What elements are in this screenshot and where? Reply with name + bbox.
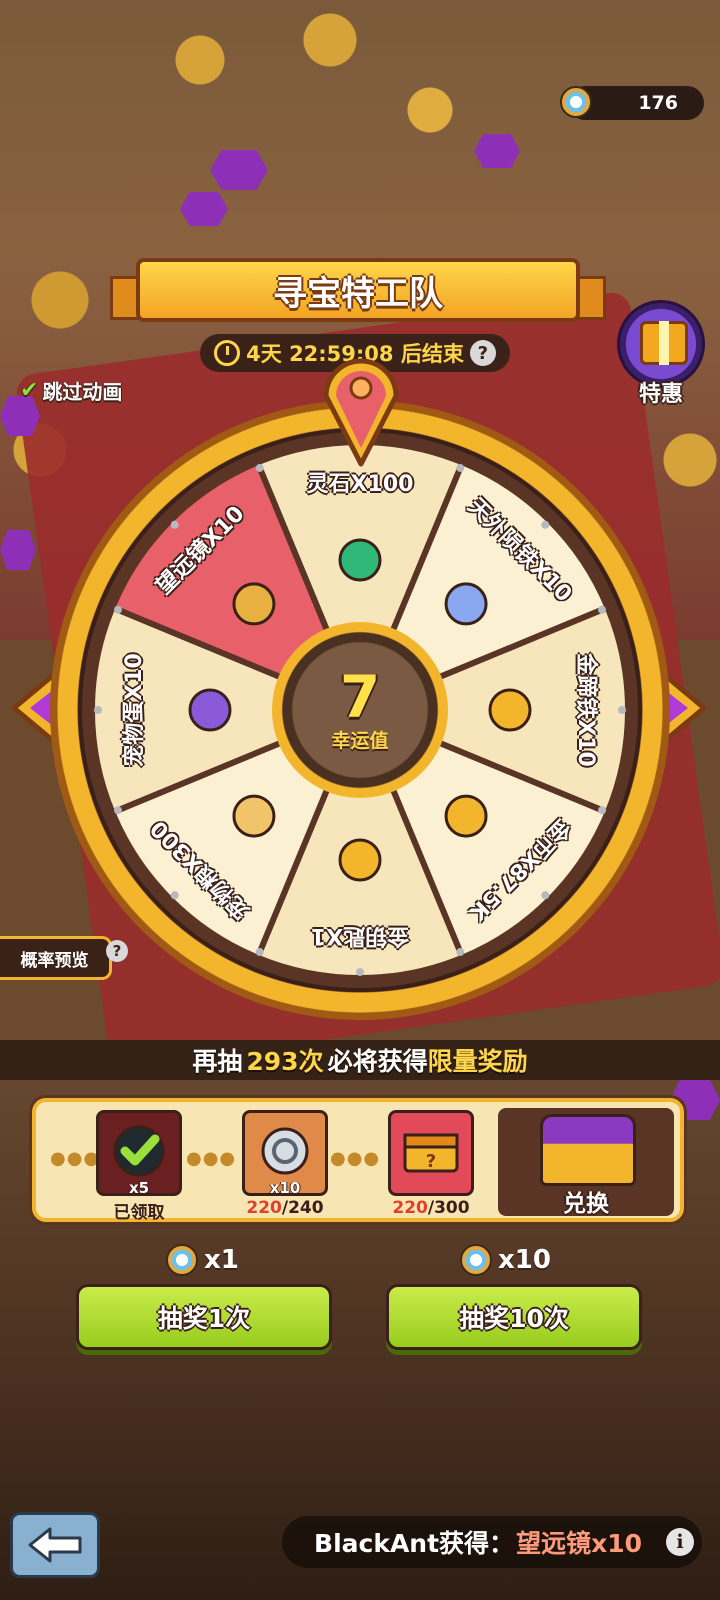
track-dots: ●●● — [330, 1148, 381, 1169]
clock-icon — [214, 340, 241, 366]
single-draw-cost: x1 — [166, 1244, 239, 1276]
gold-coin-icon — [444, 794, 488, 838]
win-ticker: BlackAnt获得： 望远镜x10 i — [282, 1516, 702, 1568]
rim-stud — [94, 706, 102, 714]
rim-stud — [255, 948, 264, 957]
rim-stud — [541, 520, 550, 529]
probability-help-icon[interactable]: ? — [106, 940, 128, 962]
wheel-segment-label: 宠物蛋X10 — [122, 653, 147, 767]
info-icon[interactable]: i — [666, 1528, 694, 1556]
milestone-3-total: /300 — [427, 1198, 470, 1218]
rim-stud — [113, 806, 122, 815]
milestone-1-box: x5 — [96, 1110, 182, 1197]
special-offer-button[interactable]: 特惠 — [614, 300, 708, 410]
wheel-segment-label: 金钥匙X1 — [310, 923, 410, 948]
milestone-3-box: ? — [388, 1110, 474, 1196]
milestone-2-progress: 220/240 — [240, 1198, 330, 1218]
milestone-2-count: x10 — [269, 1179, 301, 1197]
guarantee-count: 293次 — [246, 1047, 324, 1076]
milestone-1-status: 已领取 — [113, 1203, 165, 1223]
mystery-chest-icon: ? — [403, 1133, 459, 1173]
special-offer-badge — [617, 300, 705, 388]
rim-stud — [541, 891, 550, 900]
wheel-segment-label: 金蹄铁X10 — [573, 653, 598, 767]
back-arrow-icon — [28, 1527, 82, 1563]
milestone-track: ●●● x5 已领取 ●●● x10 220/240 ●●● ? 220/300… — [32, 1098, 684, 1223]
guarantee-prefix: 再抽 — [192, 1047, 243, 1076]
rim-stud — [598, 806, 607, 815]
milestone-3[interactable]: ? 220/300 — [386, 1110, 476, 1220]
gift-box-icon — [640, 321, 688, 365]
luck-label: 幸运值 — [331, 729, 389, 752]
spirit-stone-icon — [338, 538, 382, 582]
milestone-1-count: x5 — [128, 1179, 150, 1197]
bone-icon — [232, 794, 276, 838]
exchange-button[interactable]: 兑换 — [498, 1108, 674, 1217]
rim-stud — [356, 968, 364, 976]
wheel-pointer-icon — [323, 358, 399, 467]
horseshoe-icon — [488, 688, 532, 732]
help-icon[interactable]: ? — [469, 340, 496, 366]
rim-stud — [598, 605, 607, 614]
luck-hub: 7 幸运值 — [272, 622, 448, 798]
milestone-1[interactable]: x5 已领取 — [94, 1110, 184, 1223]
pet-egg-icon — [188, 688, 232, 732]
wheel-segment-label: 灵石X100 — [306, 472, 414, 497]
rim-stud — [170, 520, 179, 529]
exchange-label: 兑换 — [563, 1191, 609, 1217]
single-cost-label: x1 — [204, 1245, 239, 1275]
ticker-player: BlackAnt获得： — [314, 1529, 515, 1558]
gem-decoration — [180, 192, 228, 226]
rim-stud — [255, 463, 264, 472]
rim-stud — [113, 605, 122, 614]
luck-value: 7 — [339, 662, 381, 731]
guarantee-banner: 再抽 293次 必将获得 限量奖励 — [0, 1040, 720, 1080]
key-icon — [338, 838, 382, 882]
event-title: 寻宝特工队 — [136, 258, 580, 322]
meteorite-icon — [444, 582, 488, 626]
gem-decoration — [474, 134, 520, 168]
checkmark-icon: ✔ — [20, 378, 39, 403]
svg-text:?: ? — [426, 1151, 436, 1172]
currency-value: 176 — [638, 92, 678, 114]
compass-icon — [460, 1244, 492, 1276]
milestone-3-current: 220 — [392, 1198, 428, 1218]
rim-stud — [456, 463, 465, 472]
rim-stud — [618, 706, 626, 714]
treasure-chest-icon — [540, 1114, 636, 1186]
prize-wheel[interactable]: 灵石X100 天外陨铁X10 金蹄铁X10 金币X87.5K 金钥匙X1 宠物粮X300 宠… — [50, 358, 670, 1020]
track-dots: ●●● — [50, 1148, 101, 1169]
track-dots: ●●● — [186, 1148, 237, 1169]
telescope-icon — [232, 582, 276, 626]
milestone-2-total: /240 — [281, 1198, 324, 1218]
milestone-2-box: x10 — [242, 1110, 328, 1197]
ticker-prize: 望远镜x10 — [516, 1529, 642, 1558]
milestone-2-current: 220 — [246, 1198, 282, 1218]
milestone-3-progress: 220/300 — [386, 1198, 476, 1218]
multi-cost-label: x10 — [498, 1245, 551, 1275]
probability-preview-button[interactable]: 概率预览 — [0, 936, 112, 980]
compass-icon — [166, 1244, 198, 1276]
back-button[interactable] — [10, 1512, 100, 1578]
draw-ten-button[interactable]: 抽奖10次 — [386, 1284, 642, 1350]
guarantee-reward: 限量奖励 — [427, 1047, 528, 1076]
draw-once-button[interactable]: 抽奖1次 — [76, 1284, 332, 1350]
rim-stud — [456, 948, 465, 957]
compass-icon — [560, 86, 592, 118]
guarantee-middle: 必将获得 — [327, 1047, 428, 1076]
milestone-2[interactable]: x10 220/240 — [240, 1110, 330, 1220]
gem-decoration — [0, 530, 36, 570]
rim-stud — [170, 891, 179, 900]
gem-decoration — [210, 150, 268, 190]
multi-draw-cost: x10 — [460, 1244, 551, 1276]
